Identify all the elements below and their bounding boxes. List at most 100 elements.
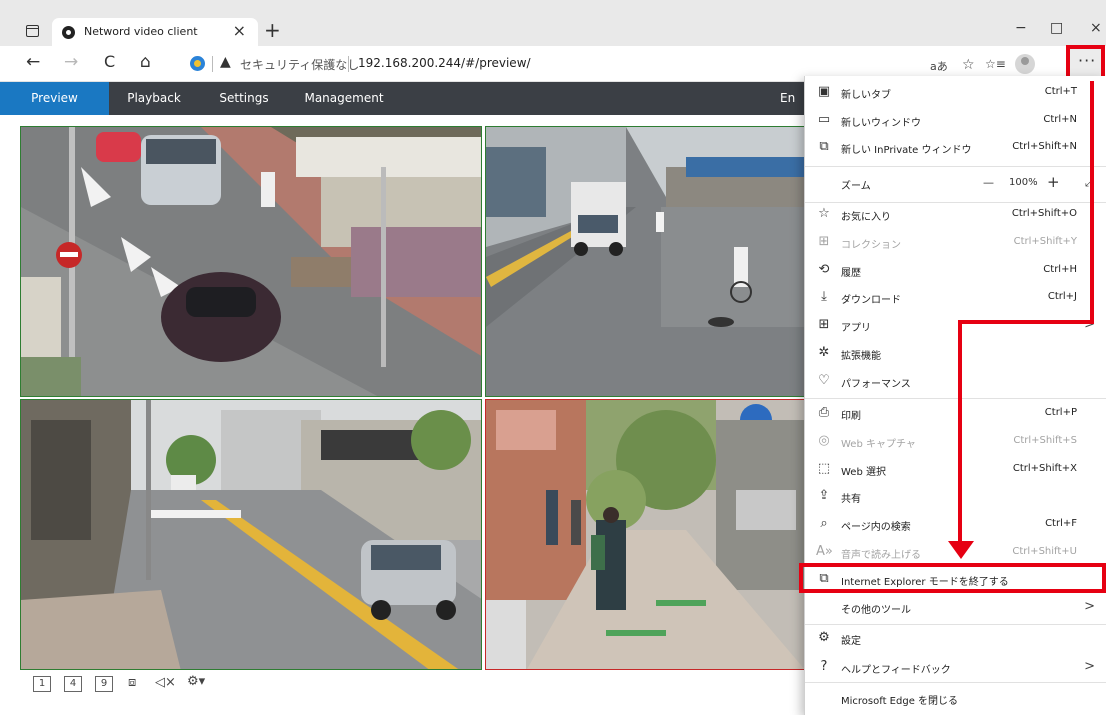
menu-item-performance[interactable]: ♡ パフォーマンス [805,368,1106,395]
menu-label: Microsoft Edge を閉じる [841,696,959,707]
menu-item-more-tools[interactable]: その他のツール > [805,594,1106,621]
browser-tab[interactable]: Netword video client × [52,18,258,46]
ptz-icon[interactable]: ⚙▾ [187,674,205,690]
menu-item-help[interactable]: ? ヘルプとフィードバック > [805,654,1106,681]
menu-label: パフォーマンス [841,379,911,390]
menu-label: アプリ [841,323,871,334]
nav-playback[interactable]: Playback [109,82,199,115]
ie-mode-highlight [799,563,1106,593]
help-icon: ? [820,659,828,674]
camera-2-image [486,127,804,396]
menu-item-apps[interactable]: ⊞ アプリ > [805,312,1106,339]
read-aloud-icon[interactable]: aあ [930,58,948,74]
maximize-icon[interactable]: □ [1050,20,1063,36]
camera-view-3[interactable] [20,399,482,670]
layout-9-button[interactable]: 9 [95,676,113,692]
extensions-icon: ✲ [818,345,830,360]
menu-divider [805,398,1106,399]
menu-item-new-inprivate[interactable]: ⧉ 新しい InPrivate ウィンドウ Ctrl+Shift+N [805,134,1106,161]
menu-item-close-edge[interactable]: Microsoft Edge を閉じる [805,685,1106,712]
nav-preview[interactable]: Preview [0,82,109,115]
menu-label: 新しい InPrivate ウィンドウ [841,145,972,156]
tab-title: Netword video client [84,25,198,38]
home-icon[interactable]: ⌂ [140,54,151,71]
new-tab-button[interactable]: + [264,20,281,40]
gear-icon: ⚙ [818,630,830,645]
collections-icon: ⊞ [818,234,830,249]
menu-item-downloads[interactable]: ⤓ ダウンロード Ctrl+J [805,284,1106,311]
print-icon: ⎙ [818,405,830,420]
menu-label: 新しいタブ [841,90,891,101]
camera-view-4[interactable] [485,399,805,670]
menu-item-new-tab[interactable]: ▣ 新しいタブ Ctrl+T [805,79,1106,106]
menu-label: 履歴 [841,268,861,279]
camera-1-image [21,127,481,396]
menu-label: 新しいウィンドウ [841,118,921,129]
url-text[interactable]: 192.168.200.244/#/preview/ [358,56,531,70]
web-capture-icon: ◎ [818,433,830,448]
tab-close-icon[interactable]: × [233,21,246,40]
image-icon[interactable]: ⧈ [128,675,136,691]
favorites-list-icon[interactable]: ☆≡ [985,57,1006,71]
menu-label: その他のツール [841,605,911,616]
annotation-line [958,320,962,545]
reload-icon[interactable]: C [104,54,115,70]
back-icon[interactable]: ← [26,54,40,71]
tab-actions-icon[interactable] [26,25,39,37]
minimize-icon[interactable]: − [1015,20,1027,36]
history-icon: ⟲ [818,262,830,277]
menu-shortcut: Ctrl+Shift+X [1012,463,1077,474]
menu-label: 拡張機能 [841,351,881,362]
menu-shortcut: Ctrl+Shift+U [1012,546,1077,557]
menu-item-share[interactable]: ⇪ 共有 [805,483,1106,510]
camera-view-2[interactable] [485,126,805,397]
menu-item-favorites[interactable]: ☆ お気に入り Ctrl+Shift+O [805,201,1106,228]
menu-label: ヘルプとフィードバック [841,665,951,676]
share-icon: ⇪ [818,488,830,503]
language-selector[interactable]: En [780,82,804,115]
menu-shortcut: Ctrl+Shift+N [1012,141,1077,152]
warning-icon[interactable]: ▲ [220,54,231,70]
menu-shortcut: Ctrl+Shift+Y [1013,236,1077,247]
find-icon: ⌕ [820,516,828,531]
menu-item-web-capture[interactable]: ◎ Web キャプチャ Ctrl+Shift+S [805,428,1106,455]
download-icon: ⤓ [821,289,827,304]
new-tab-icon: ▣ [817,84,831,99]
camera-view-1[interactable] [20,126,482,397]
menu-shortcut: Ctrl+P [1044,407,1077,418]
menu-item-extensions[interactable]: ✲ 拡張機能 [805,340,1106,367]
menu-label: コレクション [841,240,901,251]
nav-settings[interactable]: Settings [199,82,289,115]
menu-item-find[interactable]: ⌕ ページ内の検索 Ctrl+F [805,511,1106,538]
menu-label: Web 選択 [841,467,886,478]
nav-management[interactable]: Management [289,82,399,115]
favorite-star-icon[interactable]: ☆ [962,57,975,73]
menu-item-settings[interactable]: ⚙ 設定 [805,625,1106,652]
menu-item-print[interactable]: ⎙ 印刷 Ctrl+P [805,400,1106,427]
close-window-icon[interactable]: × [1090,20,1102,36]
address-field[interactable]: ▲ セキュリティ保護なし 192.168.200.244/#/preview/ [180,53,900,75]
menu-shortcut: Ctrl+Shift+O [1011,208,1077,219]
zoom-out-icon[interactable]: — [983,176,994,189]
menu-item-history[interactable]: ⟲ 履歴 Ctrl+H [805,257,1106,284]
layout-4-button[interactable]: 4 [64,676,82,692]
inprivate-icon: ⧉ [819,139,829,154]
browser-title-bar: Netword video client × + − □ × [0,0,1106,46]
security-status[interactable]: セキュリティ保護なし [240,56,359,73]
speaker-mute-icon[interactable]: ◁× [155,675,176,691]
menu-item-collections[interactable]: ⊞ コレクション Ctrl+Shift+Y [805,229,1106,256]
apps-icon: ⊞ [818,317,830,332]
menu-label: ダウンロード [841,295,901,306]
forward-icon[interactable]: → [64,54,78,71]
annotation-line [1090,81,1094,324]
performance-icon: ♡ [818,373,830,388]
menu-item-web-select[interactable]: ⬚ Web 選択 Ctrl+Shift+X [805,456,1106,483]
menu-divider [805,682,1106,683]
zoom-in-icon[interactable]: + [1047,173,1060,191]
ie-mode-icon[interactable] [190,56,205,71]
layout-1-button[interactable]: 1 [33,676,51,692]
menu-item-new-window[interactable]: ▭ 新しいウィンドウ Ctrl+N [805,107,1106,134]
menu-shortcut: Ctrl+N [1043,114,1077,125]
menu-shortcut: Ctrl+Shift+S [1013,435,1077,446]
profile-avatar[interactable] [1015,54,1035,74]
